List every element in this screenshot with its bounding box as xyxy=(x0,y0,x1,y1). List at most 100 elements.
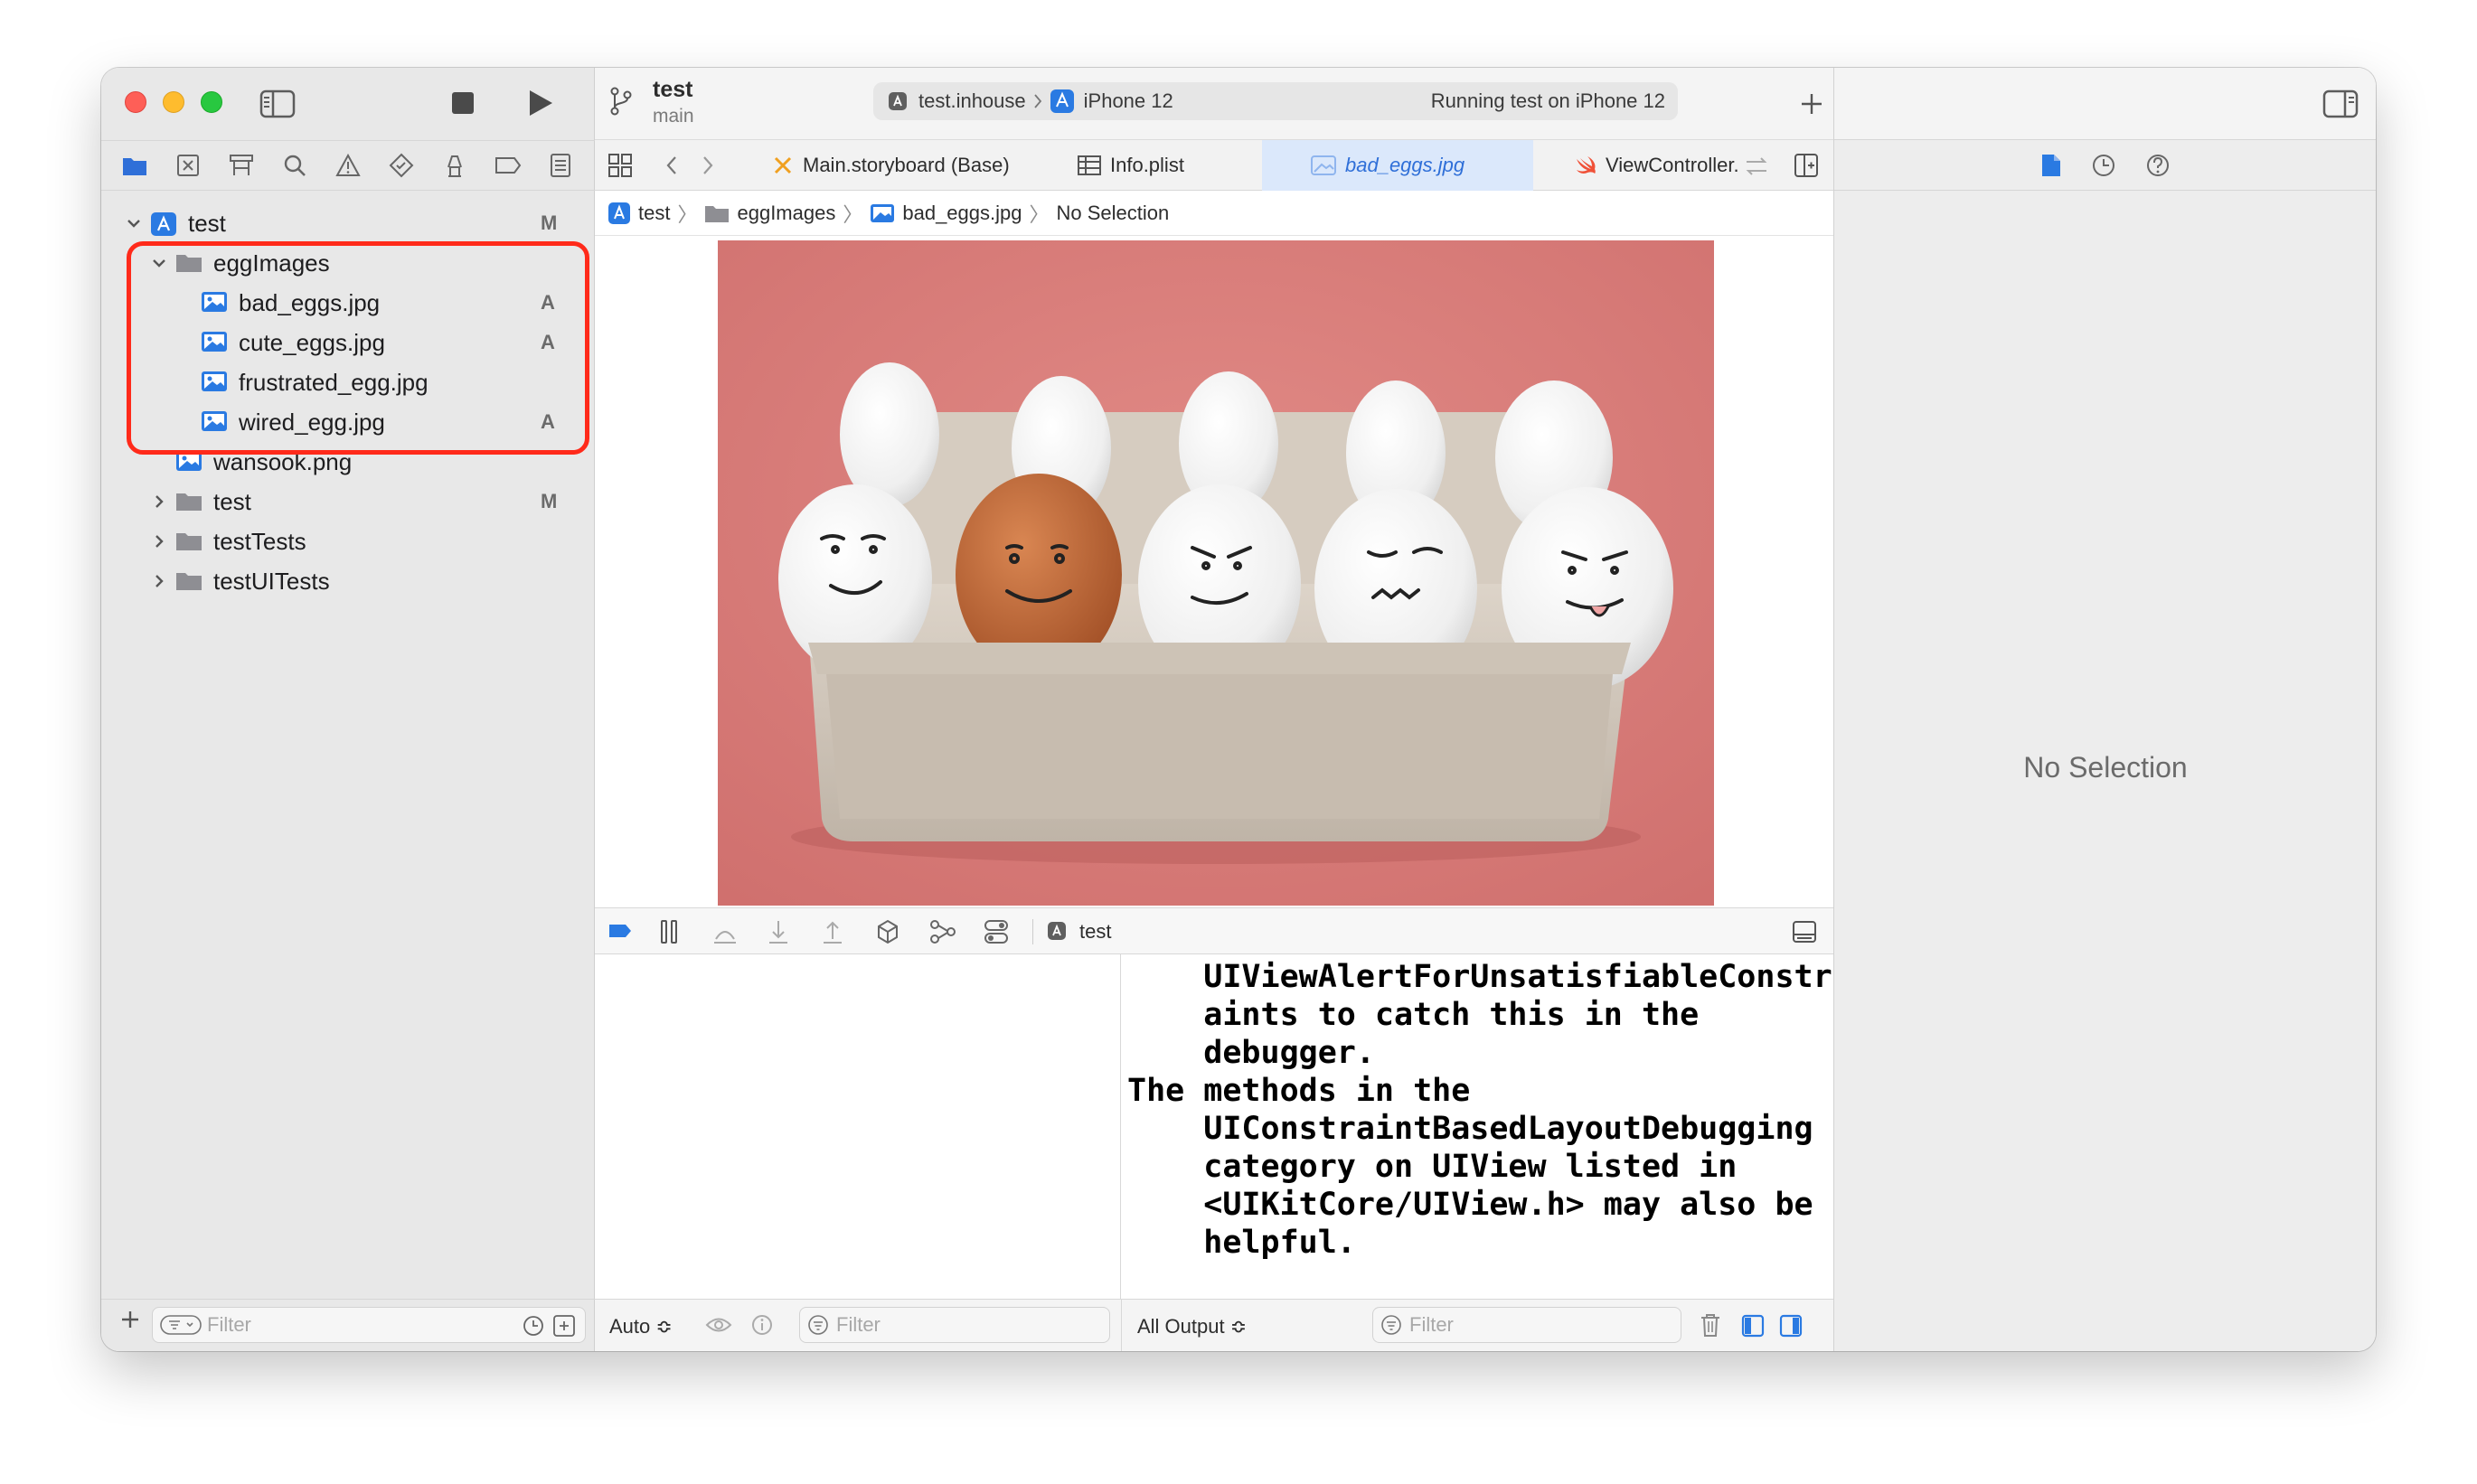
debug-view-hierarchy-icon[interactable] xyxy=(875,919,900,944)
add-icon[interactable] xyxy=(119,1309,141,1330)
step-out-icon[interactable] xyxy=(821,919,844,944)
hide-debug-area-icon[interactable] xyxy=(1792,920,1817,944)
navigator-filter-bar: Filter xyxy=(101,1299,595,1351)
report-navigator-icon[interactable] xyxy=(547,152,574,179)
forward-chevron-icon[interactable] xyxy=(702,155,714,176)
issue-navigator-icon[interactable] xyxy=(334,152,362,179)
breakpoint-navigator-icon[interactable] xyxy=(494,152,522,179)
toggle-console-icon[interactable] xyxy=(607,923,633,939)
filter-icon xyxy=(1380,1314,1402,1336)
step-over-icon[interactable] xyxy=(712,921,738,944)
storyboard-icon xyxy=(772,155,794,176)
related-items-grid-icon[interactable] xyxy=(607,153,633,178)
memory-graph-icon[interactable] xyxy=(929,919,956,944)
xcode-project-icon xyxy=(150,211,177,236)
simulator-icon xyxy=(1050,89,1075,114)
chevron-right-icon xyxy=(1033,92,1042,110)
add-library-icon[interactable] xyxy=(1799,91,1824,117)
editor-area: test main test.inhouse iPhone 12 Running… xyxy=(595,68,1833,1351)
symbol-navigator-icon[interactable] xyxy=(228,152,255,179)
tab-viewcontroller[interactable]: ViewController.s xyxy=(1533,140,1738,191)
chevron-right-icon[interactable] xyxy=(150,493,168,511)
filter-menu-icon[interactable] xyxy=(160,1314,202,1336)
recent-files-icon[interactable] xyxy=(522,1314,545,1338)
inspector-tabs xyxy=(1834,140,2376,191)
show-console-view-icon[interactable] xyxy=(1779,1314,1803,1338)
egg-carton-photo xyxy=(718,240,1714,906)
editor-tab-bar: Main.storyboard (Base) Info.plist bad_eg… xyxy=(595,140,1833,191)
environment-overrides-icon[interactable] xyxy=(984,919,1009,944)
help-inspector-icon[interactable] xyxy=(2145,153,2171,178)
debug-navigator-icon[interactable] xyxy=(441,152,468,179)
variables-mode-select[interactable]: Auto ≎ xyxy=(609,1315,673,1338)
zoom-window-button[interactable] xyxy=(201,91,222,113)
source-control-navigator-icon[interactable] xyxy=(174,152,202,179)
tree-item-test-folder[interactable]: test M xyxy=(101,482,595,521)
chevron-right-icon[interactable] xyxy=(150,532,168,550)
split-swap-icon[interactable] xyxy=(1743,155,1770,178)
variables-filter-field[interactable]: Filter xyxy=(799,1307,1110,1343)
folder-icon xyxy=(175,530,202,553)
trash-icon[interactable] xyxy=(1700,1312,1721,1338)
filter-icon xyxy=(807,1314,829,1336)
chevron-right-icon: 〉 xyxy=(677,202,698,226)
swift-file-icon xyxy=(1575,155,1596,175)
source-control-filter-icon[interactable] xyxy=(552,1314,576,1338)
debug-bar: test xyxy=(595,907,1833,954)
chevron-right-icon: 〉 xyxy=(1029,202,1050,226)
output-mode-select[interactable]: All Output ≎ xyxy=(1137,1315,1247,1338)
sidebar-toggle-icon[interactable] xyxy=(259,89,296,118)
scheme-selector[interactable]: test.inhouse xyxy=(918,89,1026,113)
minimize-window-button[interactable] xyxy=(163,91,184,113)
red-highlight-box xyxy=(127,241,589,455)
chevron-down-icon[interactable] xyxy=(125,214,143,232)
eye-icon[interactable] xyxy=(705,1315,732,1335)
app-target-icon xyxy=(1047,921,1067,941)
tree-item-test-project[interactable]: test M xyxy=(101,203,595,243)
step-into-icon[interactable] xyxy=(767,919,790,944)
chevron-right-icon[interactable] xyxy=(150,572,168,590)
scheme-branch: main xyxy=(653,106,694,127)
file-inspector-icon[interactable] xyxy=(2040,153,2062,178)
divider xyxy=(1032,919,1033,944)
chevron-right-icon: 〉 xyxy=(843,202,863,226)
tab-info-plist[interactable]: Info.plist xyxy=(1058,140,1262,191)
jump-item-selection[interactable]: No Selection xyxy=(1057,202,1170,225)
tab-main-storyboard[interactable]: Main.storyboard (Base) xyxy=(763,140,1058,191)
tab-bad-eggs[interactable]: bad_eggs.jpg xyxy=(1262,140,1533,191)
inspector-toggle-icon[interactable] xyxy=(2322,89,2359,118)
tree-item-testuitests-folder[interactable]: testUITests xyxy=(101,561,595,601)
divider xyxy=(1121,1300,1122,1351)
jump-bar: test 〉 eggImages 〉 bad_eggs.jpg 〉 No Sel… xyxy=(595,191,1833,236)
scheme-title[interactable]: test xyxy=(653,77,692,103)
app-target-icon xyxy=(888,91,908,111)
image-preview xyxy=(718,240,1714,906)
project-navigator-icon[interactable] xyxy=(121,152,148,179)
show-variables-view-icon[interactable] xyxy=(1741,1314,1765,1338)
inspector-pane: No Selection xyxy=(1833,68,2376,1351)
info-icon[interactable] xyxy=(750,1313,774,1337)
jump-item-folder[interactable]: eggImages xyxy=(737,202,835,225)
navigator-filter-field[interactable]: Filter xyxy=(152,1307,586,1343)
pause-icon[interactable] xyxy=(658,919,680,944)
device-selector[interactable]: iPhone 12 xyxy=(1084,89,1173,113)
console-text: UIViewAlertForUnsatisfiableConstr aints … xyxy=(1127,959,1832,1261)
console-filter-field[interactable]: Filter xyxy=(1372,1307,1681,1343)
jump-item-project[interactable]: test xyxy=(638,202,670,225)
navigator-selector-bar xyxy=(101,140,595,191)
run-icon[interactable] xyxy=(526,88,555,118)
tree-item-testtests-folder[interactable]: testTests xyxy=(101,521,595,561)
variables-view[interactable] xyxy=(595,954,1121,1299)
back-chevron-icon[interactable] xyxy=(665,155,678,176)
stop-icon[interactable] xyxy=(450,90,476,116)
add-editor-icon[interactable] xyxy=(1794,153,1819,178)
history-inspector-icon[interactable] xyxy=(2091,153,2116,178)
jump-item-file[interactable]: bad_eggs.jpg xyxy=(902,202,1022,225)
console-output[interactable]: UIViewAlertForUnsatisfiableConstr aints … xyxy=(1122,954,1833,1299)
image-file-icon xyxy=(1311,155,1336,175)
close-window-button[interactable] xyxy=(125,91,146,113)
test-navigator-icon[interactable] xyxy=(388,152,415,179)
debug-process-label[interactable]: test xyxy=(1079,920,1111,944)
find-navigator-icon[interactable] xyxy=(281,152,308,179)
inspector-toolbar xyxy=(1834,68,2376,140)
